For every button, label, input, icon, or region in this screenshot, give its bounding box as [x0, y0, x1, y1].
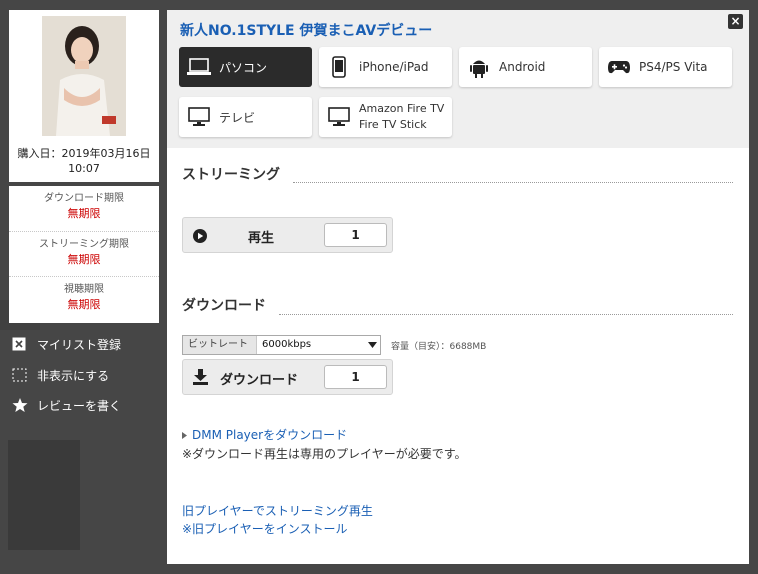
purchase-date-line: 購入日：2019年03月16日	[17, 147, 151, 160]
mylist-add-icon	[12, 336, 28, 352]
viewing-limit-row: 視聴期限 無期限	[9, 277, 159, 323]
cover-frame	[9, 10, 159, 142]
device-tab-iphone[interactable]: iPhone/iPad	[319, 47, 452, 87]
old-player-stream-link[interactable]: 旧プレイヤーでストリーミング再生	[182, 502, 373, 519]
mylist-add-action[interactable]: マイリスト登録	[12, 334, 121, 354]
capacity-text: 容量（目安）：6688MB	[391, 342, 487, 352]
device-tab-firetv[interactable]: Amazon Fire TV Fire TV Stick	[319, 97, 452, 137]
smartphone-icon	[327, 55, 351, 79]
hide-label: 非表示にする	[37, 368, 110, 383]
limit-value: 無期限	[67, 207, 101, 220]
streaming-section-title: ストリーミング	[182, 167, 280, 183]
download-limit-row: ダウンロード期限 無期限	[9, 186, 159, 232]
dmm-player-link-label: DMM Playerをダウンロード	[192, 428, 348, 442]
limit-value: 無期限	[67, 298, 101, 312]
device-label: PS4/PS Vita	[639, 60, 708, 74]
play-label: 再生	[248, 231, 275, 246]
cover-image[interactable]	[42, 16, 126, 136]
player-modal: 新人NO.1STYLE 伊賀まこAVデビュー × パソコン iPhone/iPa…	[167, 10, 749, 564]
device-tab-android[interactable]: Android	[459, 47, 592, 87]
gamepad-icon	[607, 55, 631, 79]
tv-icon	[187, 105, 211, 129]
player-note: ※ダウンロード再生は専用のプレイヤーが必要です。	[182, 447, 467, 461]
laptop-icon	[187, 55, 211, 79]
download-icon	[193, 369, 208, 389]
star-icon	[12, 397, 28, 413]
download-button[interactable]: ダウンロード 1	[182, 359, 393, 395]
device-label-line2: Fire TV Stick	[359, 118, 427, 131]
streaming-play-button[interactable]: 再生 1	[182, 217, 393, 253]
limit-value: 無期限	[67, 252, 101, 266]
download-button-label: ダウンロード	[220, 373, 299, 388]
section-divider	[279, 314, 733, 315]
section-divider	[293, 182, 733, 183]
chevron-down-icon	[364, 336, 380, 354]
play-count: 1	[324, 223, 387, 247]
device-tab-ps4[interactable]: PS4/PS Vita	[599, 47, 732, 87]
limit-label: ダウンロード期限	[44, 193, 124, 204]
monitor-icon	[327, 105, 351, 129]
left-panel: 購入日：2019年03月16日 10:07 ダウンロード期限 無期限 ストリーミ…	[0, 0, 167, 574]
chevron-right-icon	[182, 428, 187, 442]
device-label: iPhone/iPad	[359, 60, 429, 74]
device-label: Android	[499, 60, 546, 74]
device-label: テレビ	[219, 110, 256, 125]
device-label: パソコン	[219, 60, 268, 75]
write-review-action[interactable]: レビューを書く	[12, 395, 121, 415]
close-button[interactable]: ×	[728, 14, 743, 29]
limit-label: 視聴期限	[64, 284, 104, 296]
mylist-add-label: マイリスト登録	[37, 337, 122, 352]
purchase-date: 購入日：2019年03月16日 10:07	[9, 142, 159, 182]
android-icon	[467, 55, 491, 79]
write-review-label: レビューを書く	[37, 398, 122, 413]
device-label: Amazon Fire TV Fire TV Stick	[359, 101, 444, 133]
bitrate-select[interactable]: ビットレート 6000kbps	[182, 335, 381, 355]
play-icon	[193, 228, 207, 247]
device-tab-pc[interactable]: パソコン	[179, 47, 312, 87]
hide-icon	[12, 367, 28, 383]
device-selector: 新人NO.1STYLE 伊賀まこAVデビュー × パソコン iPhone/iPa…	[167, 10, 749, 148]
dmm-player-download-link[interactable]: DMM Playerをダウンロード	[182, 426, 347, 443]
bitrate-value: 6000kbps	[262, 339, 312, 350]
streaming-limit-row: ストリーミング期限 無期限	[9, 232, 159, 278]
old-player-install-link[interactable]: ※旧プレイヤーをインストール	[182, 520, 347, 537]
limit-label: ストリーミング期限	[39, 238, 129, 250]
device-tab-tv[interactable]: テレビ	[179, 97, 312, 137]
download-count: 1	[324, 365, 387, 389]
bitrate-label: ビットレート	[183, 336, 257, 354]
purchase-time-line: 10:07	[68, 162, 100, 175]
modal-title: 新人NO.1STYLE 伊賀まこAVデビュー	[180, 23, 433, 39]
limits-box: ダウンロード期限 無期限 ストリーミング期限 無期限 視聴期限 無期限	[9, 186, 159, 323]
device-label-line1: Amazon Fire TV	[359, 102, 445, 115]
hide-action[interactable]: 非表示にする	[12, 365, 109, 385]
download-section-title: ダウンロード	[182, 298, 266, 314]
